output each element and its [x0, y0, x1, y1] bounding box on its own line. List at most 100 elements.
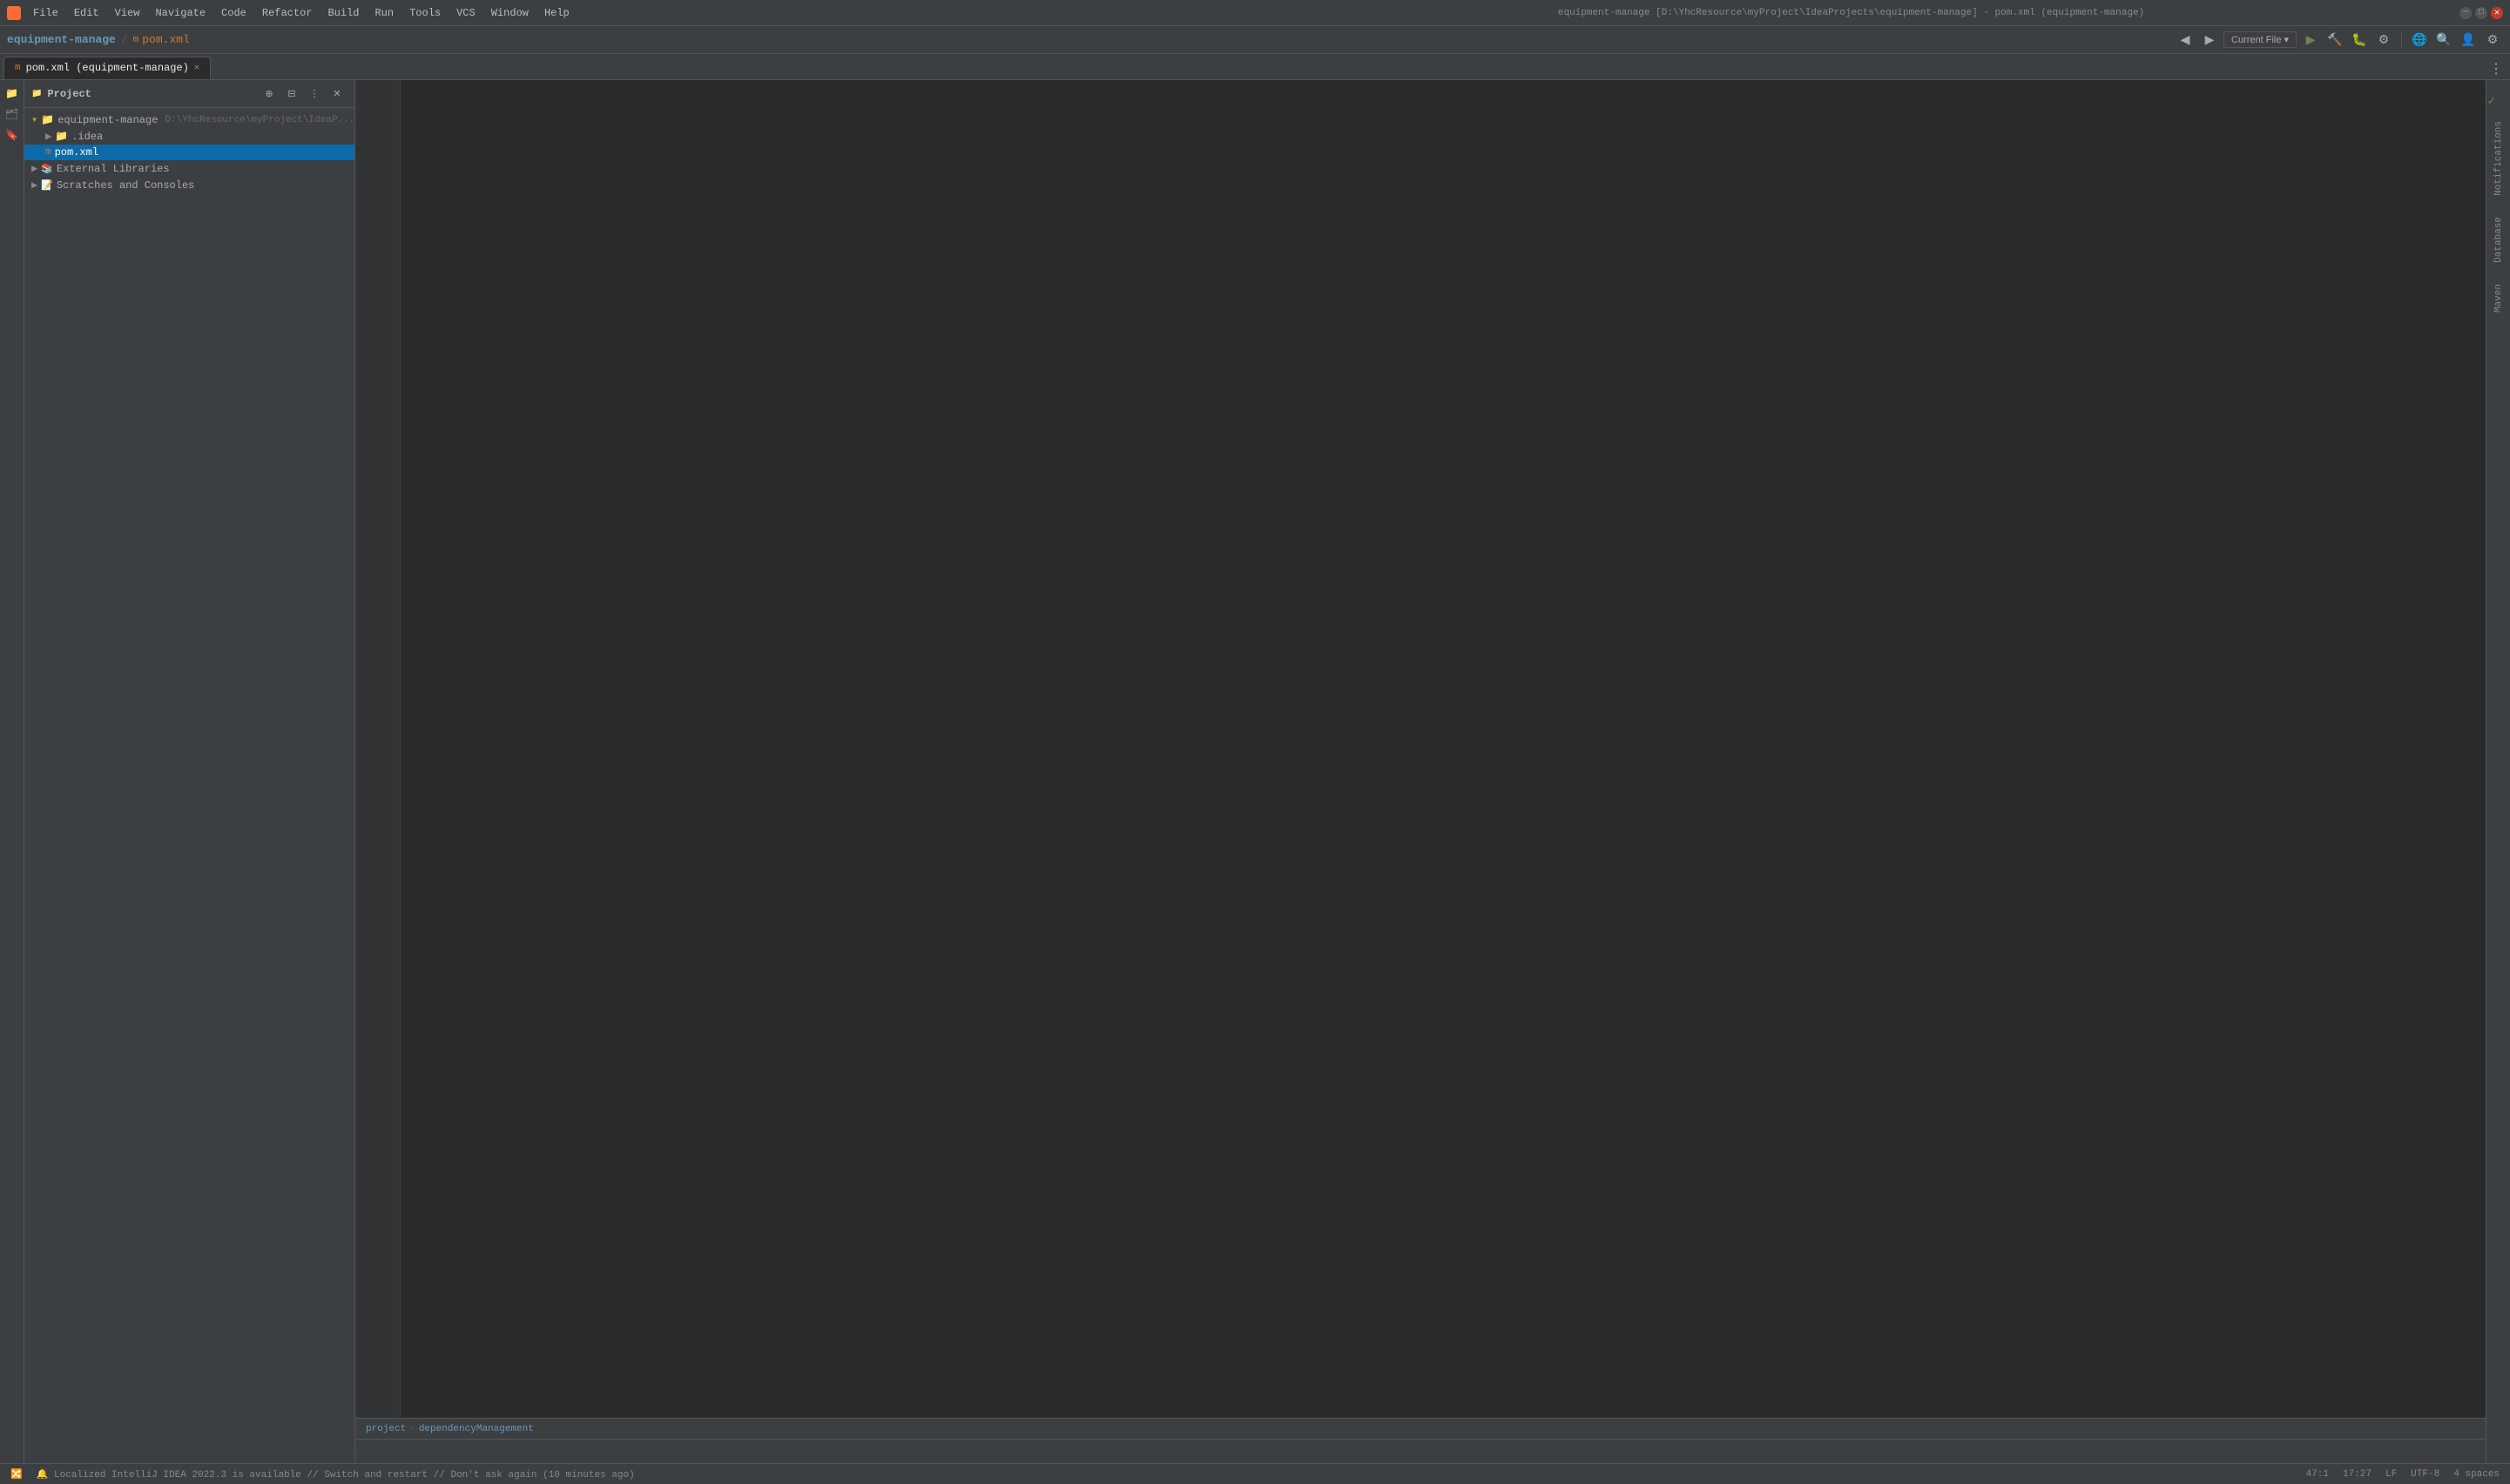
tree-pom-file[interactable]: m pom.xml	[24, 145, 354, 160]
breadcrumb-dependency-management[interactable]: dependencyManagement	[419, 1424, 534, 1434]
project-header-icons: ⊕ ⊟ ⋮ ✕	[259, 84, 347, 105]
debug-button[interactable]: 🐛	[2349, 30, 2370, 51]
project-panel-title: Project	[47, 88, 91, 100]
main-toolbar: equipment-manage / m pom.xml ◀ ▶ Current…	[0, 26, 2510, 54]
scratches-expand-icon: ▶	[31, 179, 37, 192]
project-panel-header: 📁 Project ⊕ ⊟ ⋮ ✕	[24, 80, 354, 108]
project-panel-toggle[interactable]: 📁	[3, 84, 22, 103]
tree-scratches[interactable]: ▶ 📝 Scratches and Consoles	[24, 177, 354, 193]
notification-text[interactable]: 🔔 Localized IntelliJ IDEA 2022.3 is avai…	[33, 1468, 2296, 1481]
tab-more-button[interactable]: ⋮	[2486, 58, 2507, 79]
search-everywhere-button[interactable]: 🔍	[2433, 30, 2454, 51]
close-button[interactable]: ✕	[2491, 7, 2503, 19]
ext-lib-icon: 📚	[41, 163, 53, 175]
checkmark-icon[interactable]: ✓	[2488, 95, 2495, 109]
ext-lib-label: External Libraries	[57, 163, 170, 175]
navigate-back-button[interactable]: ◀	[2175, 30, 2196, 51]
menu-item-file[interactable]: File	[26, 5, 65, 21]
maven-label[interactable]: Maven	[2492, 279, 2506, 318]
status-right-group: 47:1 17:27 LF UTF-8 4 spaces	[2303, 1469, 2503, 1480]
menu-item-run[interactable]: Run	[368, 5, 401, 21]
current-file-button[interactable]: Current File ▾	[2223, 31, 2297, 48]
idea-expand-icon: ▶	[45, 130, 51, 143]
project-locate-button[interactable]: ⊕	[259, 84, 280, 105]
user-profile-button[interactable]: 👤	[2458, 30, 2479, 51]
maximize-button[interactable]: □	[2475, 7, 2487, 19]
menu-item-window[interactable]: Window	[484, 5, 536, 21]
bottom-tab-bar	[355, 1439, 2486, 1463]
line-sep-indicator[interactable]: LF	[2382, 1469, 2400, 1480]
pom-tab-icon: m	[15, 63, 21, 73]
project-folder-icon: 📁	[31, 89, 42, 99]
time-indicator[interactable]: 17:27	[2339, 1469, 2375, 1480]
menu-item-vcs[interactable]: VCS	[449, 5, 482, 21]
build-button[interactable]: 🔨	[2324, 30, 2345, 51]
project-expand-icon: ▾	[31, 113, 37, 126]
window-title: equipment-manage [D:\YhcResource\myProje…	[1243, 8, 2459, 18]
menu-item-navigate[interactable]: Navigate	[148, 5, 213, 21]
navigate-forward-button[interactable]: ▶	[2199, 30, 2220, 51]
project-root-name: equipment-manage	[57, 114, 158, 126]
status-bar: 🔀 🔔 Localized IntelliJ IDEA 2022.3 is av…	[0, 1463, 2510, 1484]
line-col-indicator[interactable]: 47:1	[2303, 1469, 2332, 1480]
title-bar: FileEditViewNavigateCodeRefactorBuildRun…	[0, 0, 2510, 26]
project-root-path: D:\YhcResource\myProject\IdeaP...	[165, 115, 354, 125]
main-content: 📁 🗂 🔖 📁 Project ⊕ ⊟ ⋮ ✕ ▾ 📁 equipment-ma…	[0, 80, 2510, 1463]
project-folder-icon2: 📁	[41, 113, 54, 126]
tab-label: pom.xml (equipment-manage)	[26, 62, 189, 74]
breadcrumb: project › dependencyManagement	[355, 1418, 2486, 1439]
translate-button[interactable]: 🌐	[2409, 30, 2430, 51]
code-editor[interactable]	[418, 80, 2486, 1418]
menu-item-help[interactable]: Help	[537, 5, 577, 21]
toolbar-separator	[2401, 33, 2402, 47]
project-name-label[interactable]: equipment-manage	[7, 33, 116, 46]
scratches-icon: 📝	[41, 179, 53, 192]
project-options-button[interactable]: ⋮	[304, 84, 325, 105]
project-collapse-button[interactable]: ⊟	[281, 84, 302, 105]
breadcrumb-sep1: ›	[409, 1424, 415, 1434]
project-close-button[interactable]: ✕	[327, 84, 347, 105]
pom-file-icon: m	[45, 147, 51, 158]
scratches-label: Scratches and Consoles	[57, 179, 194, 192]
encoding-indicator[interactable]: UTF-8	[2407, 1469, 2443, 1480]
pom-file-label: pom.xml	[55, 146, 98, 159]
bookmarks-toggle[interactable]: 🔖	[3, 125, 22, 145]
git-icon[interactable]: 🔀	[7, 1468, 26, 1481]
idea-folder-icon: 📁	[55, 130, 68, 143]
menu-bar: FileEditViewNavigateCodeRefactorBuildRun…	[26, 5, 1243, 21]
run-config-button[interactable]: ⚙	[2373, 30, 2394, 51]
ext-lib-expand-icon: ▶	[31, 162, 37, 175]
toolbar-file-name[interactable]: pom.xml	[142, 33, 190, 46]
structure-toggle[interactable]: 🗂	[3, 105, 22, 124]
tree-idea-folder[interactable]: ▶ 📁 .idea	[24, 128, 354, 145]
right-sidebar: ✓ Notifications Database Maven	[2486, 80, 2510, 1463]
left-icon-bar: 📁 🗂 🔖	[0, 80, 24, 1463]
tab-close-button[interactable]: ✕	[194, 63, 199, 73]
pom-icon: m	[133, 35, 139, 45]
project-panel: 📁 Project ⊕ ⊟ ⋮ ✕ ▾ 📁 equipment-manage D…	[24, 80, 355, 1463]
gutter	[401, 80, 418, 1418]
tab-pom-xml[interactable]: m pom.xml (equipment-manage) ✕	[3, 57, 211, 79]
editor-area: project › dependencyManagement	[355, 80, 2486, 1463]
menu-item-build[interactable]: Build	[320, 5, 366, 21]
menu-item-refactor[interactable]: Refactor	[255, 5, 320, 21]
breadcrumb-project[interactable]: project	[366, 1424, 406, 1434]
database-label[interactable]: Database	[2492, 212, 2506, 268]
app-icon	[7, 6, 21, 20]
menu-item-edit[interactable]: Edit	[67, 5, 106, 21]
code-area	[355, 80, 2486, 1418]
run-button[interactable]: ▶	[2300, 30, 2321, 51]
tree-external-libraries[interactable]: ▶ 📚 External Libraries	[24, 160, 354, 177]
menu-item-code[interactable]: Code	[214, 5, 253, 21]
window-controls[interactable]: ─ □ ✕	[2459, 7, 2503, 19]
menu-item-tools[interactable]: Tools	[402, 5, 448, 21]
line-numbers	[355, 80, 401, 1418]
menu-item-view[interactable]: View	[108, 5, 147, 21]
indent-indicator[interactable]: 4 spaces	[2450, 1469, 2503, 1480]
tab-bar: m pom.xml (equipment-manage) ✕ ⋮	[0, 54, 2510, 80]
notifications-label[interactable]: Notifications	[2492, 116, 2506, 201]
minimize-button[interactable]: ─	[2459, 7, 2472, 19]
idea-folder-label: .idea	[71, 131, 103, 143]
settings-button[interactable]: ⚙	[2482, 30, 2503, 51]
tree-root-item[interactable]: ▾ 📁 equipment-manage D:\YhcResource\myPr…	[24, 111, 354, 128]
